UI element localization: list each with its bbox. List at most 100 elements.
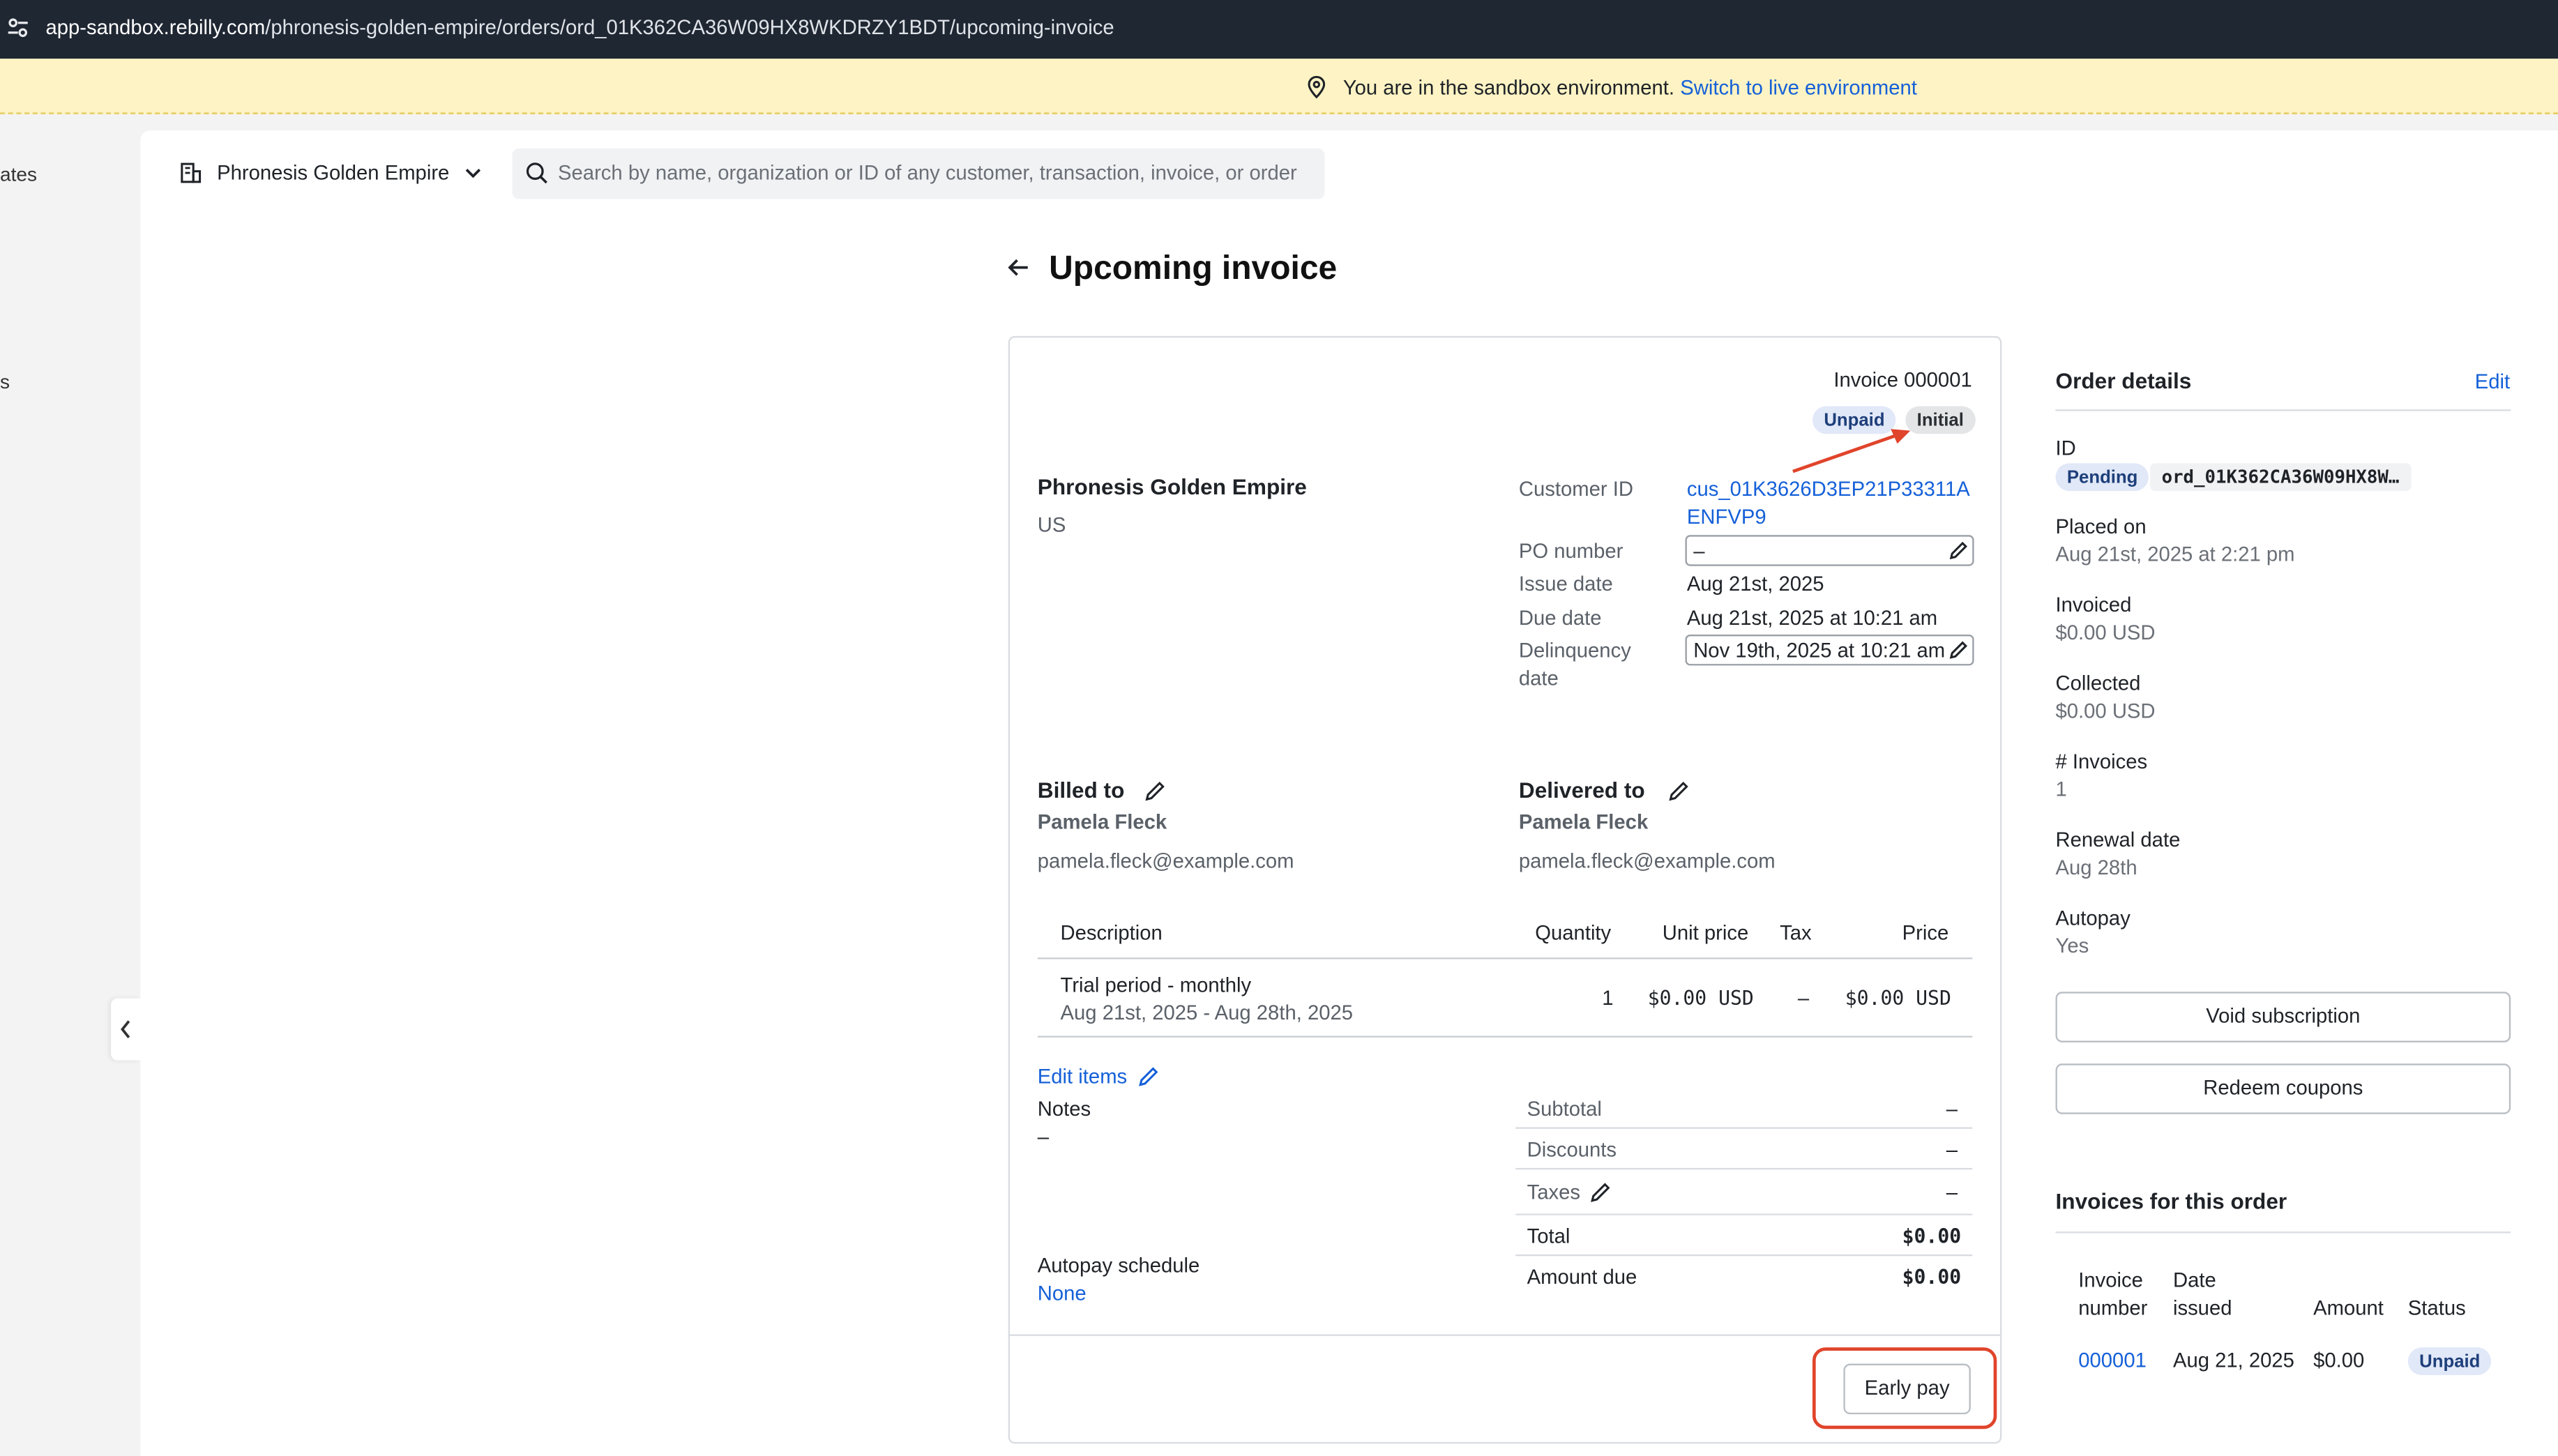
collected-label: Collected <box>2055 672 2141 695</box>
url-host: app-sandbox.rebilly.com <box>45 16 266 40</box>
search-icon <box>525 162 548 185</box>
due-date-label: Due date <box>1518 607 1602 630</box>
taxes-pencil-icon[interactable] <box>1589 1181 1612 1204</box>
page-title: Upcoming invoice <box>1049 249 1338 287</box>
totals-divider <box>1515 1127 1973 1129</box>
renewal-date-label: Renewal date <box>2055 828 2181 852</box>
order-id-value[interactable]: ord_01K362CA36W09HX8W… <box>2150 463 2411 492</box>
col-price: Price <box>1902 921 1949 945</box>
pencil-icon[interactable] <box>1948 540 1969 561</box>
customer-id-link-cont[interactable]: ENFVP9 <box>1687 506 1766 529</box>
po-number-field[interactable]: – <box>1685 535 1974 566</box>
chevron-left-icon <box>121 1020 130 1038</box>
placed-on-value: Aug 21st, 2025 at 2:21 pm <box>2055 543 2295 566</box>
item-description: Trial period - monthly <box>1060 973 1252 997</box>
invoice-number: Invoice 000001 <box>1833 368 1972 392</box>
renewal-date-value: Aug 28th <box>2055 856 2137 879</box>
annotation-arrow <box>1792 429 1911 473</box>
delinquency-label-cont: date <box>1518 667 1559 690</box>
organization-name: Phronesis Golden Empire <box>217 161 450 185</box>
po-number-label: PO number <box>1518 540 1624 563</box>
placed-on-label: Placed on <box>2055 515 2147 538</box>
edit-billed-pencil-icon[interactable] <box>1144 780 1167 803</box>
url-text[interactable]: app-sandbox.rebilly.com/phronesis-golden… <box>46 16 1114 39</box>
order-id-label: ID <box>2055 437 2076 460</box>
delinquency-date-field[interactable]: Nov 19th, 2025 at 10:21 am <box>1685 634 1974 666</box>
autopay-label: Autopay <box>2055 907 2131 930</box>
billed-to-title: Billed to <box>1037 778 1125 803</box>
col-date-issued: Date <box>2172 1268 2216 1292</box>
redeem-coupons-button[interactable]: Redeem coupons <box>2055 1063 2511 1114</box>
site-settings-icon[interactable] <box>5 15 31 40</box>
switch-live-link[interactable]: Switch to live environment <box>1680 77 1917 100</box>
billed-name: Pamela Fleck <box>1037 810 1167 834</box>
col-description: Description <box>1060 921 1163 945</box>
customer-id-link[interactable]: cus_01K3626D3EP21P33311A <box>1687 478 1970 501</box>
autopay-value: Yes <box>2055 934 2089 958</box>
item-unit-price: $0.00 USD <box>1647 987 1754 1010</box>
order-invoice-date: Aug 21, 2025 <box>2172 1349 2294 1372</box>
col-unit-price: Unit price <box>1662 921 1749 945</box>
location-pin-icon <box>1305 75 1328 100</box>
url-path: /phronesis-golden-empire/orders/ord_01K3… <box>265 16 1114 40</box>
col-date-issued-cont: issued <box>2172 1296 2232 1320</box>
order-status-badge: Pending <box>2055 463 2149 492</box>
pencil-icon[interactable] <box>1948 639 1969 660</box>
invoiced-label: Invoiced <box>2055 593 2132 617</box>
delivered-name: Pamela Fleck <box>1518 810 1649 834</box>
col-status: Status <box>2407 1296 2466 1320</box>
nav-item-partial[interactable]: s <box>0 370 10 393</box>
col-tax: Tax <box>1780 921 1812 945</box>
item-period: Aug 21st, 2025 - Aug 28th, 2025 <box>1060 1001 1354 1025</box>
table-row-divider <box>1037 1036 1973 1038</box>
discounts-label: Discounts <box>1527 1138 1617 1162</box>
autopay-schedule-label: Autopay schedule <box>1037 1254 1200 1277</box>
collected-value: $0.00 USD <box>2055 699 2156 723</box>
order-invoice-amount: $0.00 <box>2313 1349 2365 1372</box>
item-price: $0.00 USD <box>1845 987 1951 1010</box>
order-edit-link[interactable]: Edit <box>2475 370 2510 393</box>
edit-items-link[interactable]: Edit items <box>1038 1066 1127 1089</box>
issue-date-label: Issue date <box>1518 572 1613 596</box>
global-search-input[interactable]: Search by name, organization or ID of an… <box>512 148 1325 199</box>
edit-items-pencil-icon[interactable] <box>1137 1066 1160 1089</box>
notes-label: Notes <box>1037 1098 1091 1121</box>
delinquency-date-value: Nov 19th, 2025 at 10:21 am <box>1693 639 1946 662</box>
order-invoices-title: Invoices for this order <box>2055 1189 2287 1214</box>
app-window: app-sandbox.rebilly.com/phronesis-golden… <box>0 0 2558 1456</box>
section-divider <box>2055 409 2511 411</box>
void-subscription-button[interactable]: Void subscription <box>2055 992 2511 1042</box>
invoice-card <box>1008 335 2002 1444</box>
table-header-divider <box>1037 957 1973 960</box>
back-arrow-icon[interactable] <box>1006 256 1029 279</box>
billed-email: pamela.fleck@example.com <box>1037 849 1294 873</box>
autopay-schedule-link[interactable]: None <box>1038 1282 1087 1305</box>
col-quantity: Quantity <box>1535 921 1612 945</box>
totals-divider <box>1515 1254 1973 1257</box>
taxes-label: Taxes <box>1527 1181 1580 1204</box>
total-value: $0.00 <box>1902 1224 1962 1248</box>
notes-value: – <box>1037 1125 1050 1148</box>
item-tax: – <box>1797 987 1810 1010</box>
order-invoice-link[interactable]: 000001 <box>2078 1349 2147 1372</box>
nav-item-partial[interactable]: ates <box>0 163 37 186</box>
po-number-value: – <box>1693 540 1705 563</box>
section-divider <box>2055 1231 2511 1234</box>
search-placeholder: Search by name, organization or ID of an… <box>558 161 1297 185</box>
subtotal-value: – <box>1946 1098 1958 1121</box>
amount-due-label: Amount due <box>1527 1266 1637 1289</box>
total-label: Total <box>1527 1224 1571 1248</box>
collapse-sidebar-button[interactable] <box>111 998 141 1061</box>
delivered-email: pamela.fleck@example.com <box>1518 849 1776 873</box>
sandbox-banner: You are in the sandbox environment. Swit… <box>0 59 2558 114</box>
early-pay-button[interactable]: Early pay <box>1843 1363 1971 1415</box>
browser-address-bar[interactable]: app-sandbox.rebilly.com/phronesis-golden… <box>0 0 2558 59</box>
left-navigation: ates s <box>0 114 141 1456</box>
col-invoice-number: Invoice <box>2078 1268 2143 1292</box>
amount-due-value: $0.00 <box>1902 1266 1962 1289</box>
edit-delivered-pencil-icon[interactable] <box>1667 780 1690 803</box>
taxes-value: – <box>1946 1181 1958 1204</box>
item-quantity: 1 <box>1602 987 1614 1010</box>
subtotal-label: Subtotal <box>1527 1098 1602 1121</box>
delivered-to-title: Delivered to <box>1518 778 1645 803</box>
